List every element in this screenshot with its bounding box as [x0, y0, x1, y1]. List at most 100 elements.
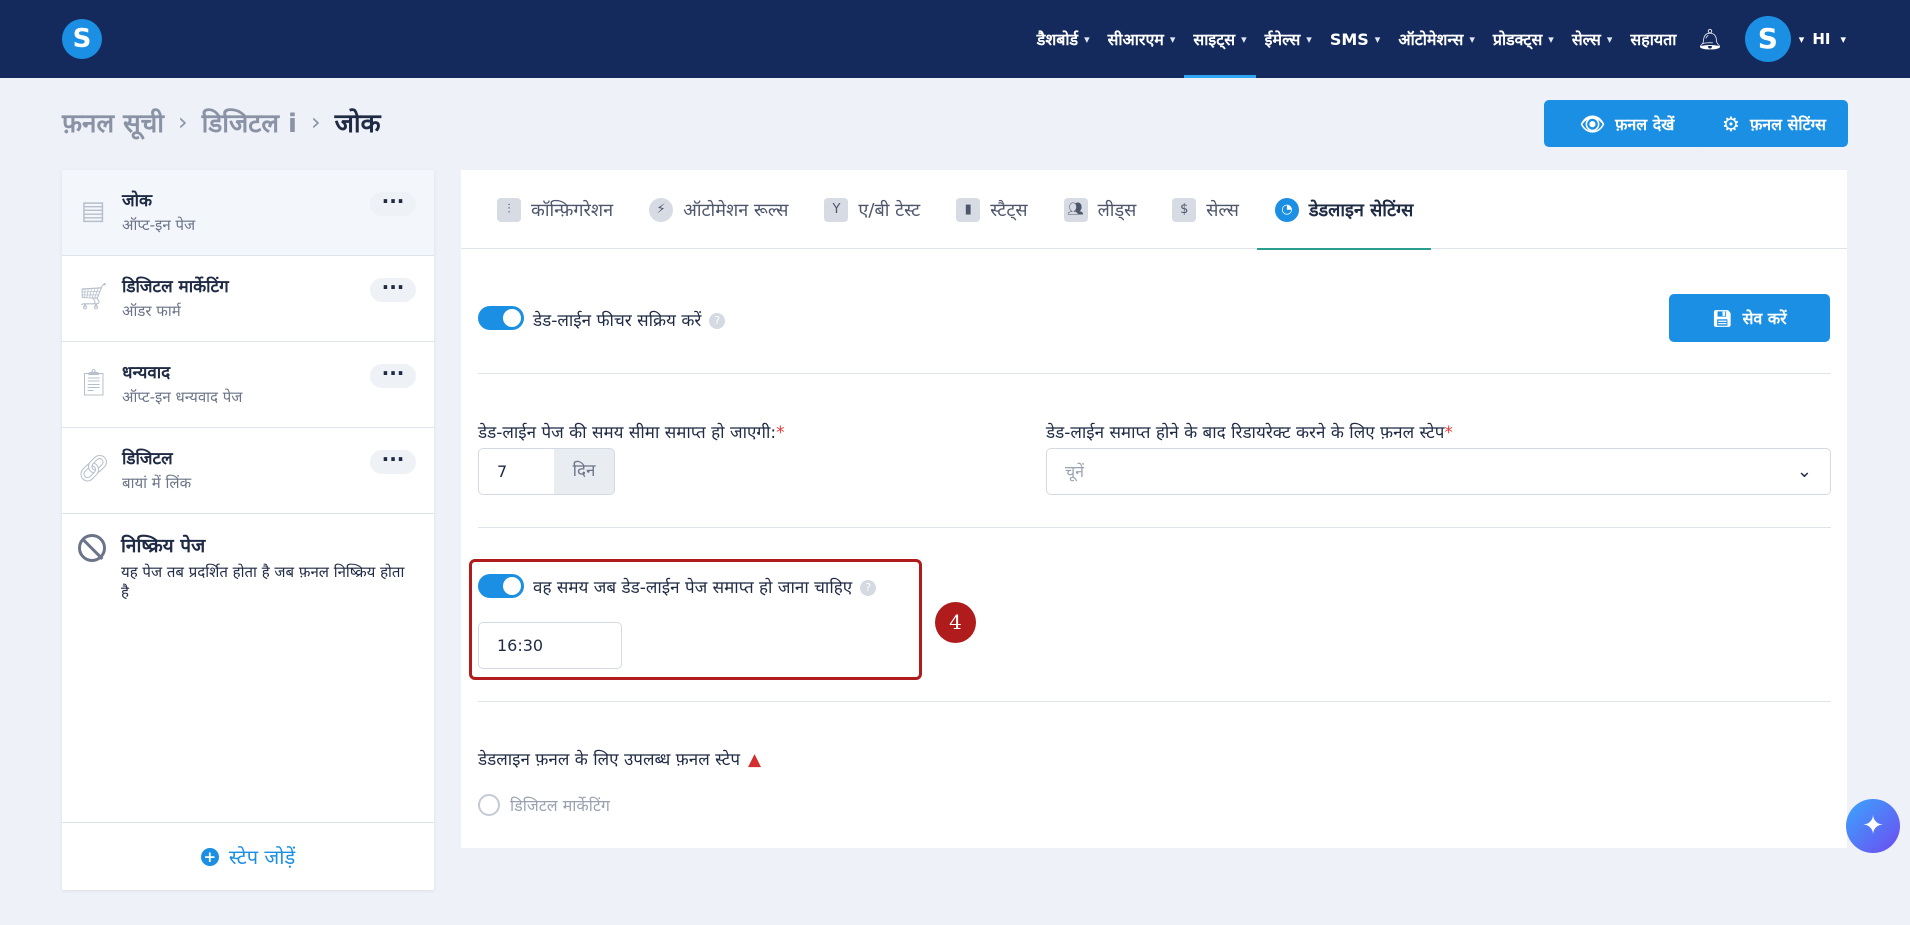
breadcrumb-funnel[interactable]: डिजिटल i — [202, 104, 297, 140]
app-logo[interactable]: S — [62, 19, 102, 59]
deadline-enable-toggle[interactable] — [478, 306, 524, 330]
breadcrumb-funnel-list[interactable]: फ़नल सूची — [62, 104, 164, 140]
redirect-label-text: डेड-लाईन समाप्त होने के बाद रिडायरेक्ट क… — [1046, 423, 1445, 443]
ai-assistant-button[interactable]: ✦ — [1846, 799, 1900, 853]
nav-label: डैशबोर्ड — [1036, 30, 1079, 49]
more-options-button[interactable]: ··· — [370, 191, 416, 216]
redirect-label: डेड-लाईन समाप्त होने के बाद रिडायरेक्ट क… — [1046, 420, 1453, 443]
tab-label: ऑटोमेशन रूल्स — [683, 199, 789, 221]
save-label: सेव करें — [1742, 309, 1787, 328]
chevron-right-icon: › — [310, 108, 321, 136]
nav-item-help[interactable]: सहायता — [1621, 0, 1685, 78]
settings-panel: ⫶ कॉन्फ़िगरेशन ⚡︎ ऑटोमेशन रूल्स Y ए/बी टेस्… — [461, 170, 1847, 848]
required-marker: * — [776, 423, 785, 443]
nav-label: सीआरएम — [1107, 30, 1164, 49]
redirect-placeholder: चूनें — [1065, 462, 1085, 481]
top-navbar: S डैशबोर्ड ▾ सीआरएम ▾ साइट्स ▾ ईमेल्स ▾ SMS ▾… — [0, 0, 1910, 78]
expire-label: डेड-लाईन पेज की समय सीमा समाप्त हो जाएगी… — [478, 420, 785, 443]
expire-label-text: डेड-लाईन पेज की समय सीमा समाप्त हो जाएगी… — [478, 423, 777, 443]
tab-ab-test[interactable]: Y ए/बी टेस्ट — [824, 170, 920, 249]
step-option-label: डिजिटल मार्केटिंग — [510, 796, 610, 815]
chevron-down-icon: ⌄ — [1796, 461, 1812, 482]
settings-tabs: ⫶ कॉन्फ़िगरेशन ⚡︎ ऑटोमेशन रूल्स Y ए/बी टेस्… — [461, 170, 1847, 250]
add-step-button[interactable]: + स्टेप जोड़ें — [62, 822, 434, 890]
nav-item-products[interactable]: प्रोडक्ट्स ▾ — [1484, 0, 1563, 78]
chevron-down-icon[interactable]: ▾ — [1799, 33, 1805, 46]
tab-label: ए/बी टेस्ट — [858, 199, 921, 221]
cart-icon: 🛒︎ — [77, 282, 111, 312]
nav-item-sales[interactable]: सेल्स ▾ — [1563, 0, 1622, 78]
chevron-down-icon: ▾ — [1084, 32, 1090, 46]
funnel-step-item[interactable]: ▤ जोक ऑप्ट-इन पेज ··· — [62, 170, 434, 256]
expire-days-input[interactable]: 7 — [478, 448, 556, 495]
breadcrumb-current-step: जोक — [334, 109, 381, 139]
chevron-down-icon: ▾ — [1374, 32, 1381, 46]
tab-deadline-settings[interactable]: ◔ डेडलाइन सेटिंग्स — [1256, 170, 1432, 250]
tab-label: सेल्स — [1206, 199, 1239, 221]
nav-item-sms[interactable]: SMS ▾ — [1321, 0, 1390, 78]
funnel-step-item[interactable]: 🔗︎ डिजिटल बायां में लिंक ··· — [62, 428, 434, 514]
step-subtitle: बायां में लिंक — [122, 474, 192, 492]
nav-item-automations[interactable]: ऑटोमेशन्स ▾ — [1389, 0, 1484, 78]
main-nav: डैशबोर्ड ▾ सीआरएम ▾ साइट्स ▾ ईमेल्स ▾ SMS ▾ ऑ… — [1028, 0, 1846, 78]
nav-item-crm[interactable]: सीआरएम ▾ — [1099, 0, 1185, 78]
divider — [478, 701, 1831, 702]
nav-item-emails[interactable]: ईमेल्स ▾ — [1256, 0, 1321, 78]
highlight-box — [469, 559, 922, 680]
deadline-enable-label: डेड-लाईन फीचर सक्रिय करें? — [533, 308, 726, 331]
nav-label: साइट्स — [1193, 30, 1236, 49]
eye-icon: 👁︎ — [1579, 111, 1606, 136]
chevron-down-icon: ▾ — [1606, 32, 1613, 46]
ban-icon — [78, 534, 106, 562]
chevron-down-icon: ▾ — [1840, 32, 1846, 46]
funnel-steps-sidebar: ▤ जोक ऑप्ट-इन पेज ··· 🛒︎ डिजिटल मार्केटि… — [62, 170, 434, 890]
bar-chart-icon: ▮ — [956, 197, 981, 222]
funnel-step-item[interactable]: 🛒︎ डिजिटल मार्केटिंग ऑडर फार्म ··· — [62, 256, 434, 342]
more-options-button[interactable]: ··· — [370, 363, 416, 388]
help-icon[interactable]: ? — [709, 313, 726, 329]
bolt-icon: ⚡︎ — [649, 197, 674, 222]
inactive-page-item[interactable]: निष्क्रिय पेज यह पेज तब प्रदर्शित होता ह… — [62, 514, 434, 603]
step-subtitle: ऑप्ट-इन पेज — [122, 216, 196, 234]
more-options-button[interactable]: ··· — [370, 277, 416, 302]
nav-label: प्रोडक्ट्स — [1492, 30, 1543, 49]
step-radio[interactable] — [478, 794, 500, 816]
tab-automation-rules[interactable]: ⚡︎ ऑटोमेशन रूल्स — [649, 170, 788, 249]
nav-label: सहायता — [1630, 30, 1677, 49]
chevron-down-icon: ▾ — [1548, 32, 1554, 46]
chevron-down-icon: ▾ — [1469, 32, 1475, 46]
gear-icon: ⚙ — [1722, 111, 1740, 136]
nav-item-dashboard[interactable]: डैशबोर्ड ▾ — [1028, 0, 1099, 78]
plus-circle-icon: + — [200, 847, 219, 866]
inactive-page-description: यह पेज तब प्रदर्शित होता है जब फ़नल निष्… — [121, 563, 405, 602]
add-step-label: स्टेप जोड़ें — [228, 845, 296, 869]
available-steps-label: डेडलाइन फ़नल के लिए उपलब्ध फ़नल स्टेप ▲ — [478, 747, 761, 770]
tab-sales[interactable]: $ सेल्स — [1172, 170, 1239, 249]
avatar[interactable]: S — [1744, 16, 1791, 62]
nav-label: सेल्स — [1571, 30, 1601, 49]
tab-label: स्टैट्स — [990, 199, 1028, 221]
optin-page-icon: ▤ — [80, 196, 106, 226]
more-options-button[interactable]: ··· — [370, 449, 416, 474]
tab-configuration[interactable]: ⫶ कॉन्फ़िगरेशन — [497, 170, 613, 249]
warning-icon: ▲ — [747, 750, 762, 770]
redirect-step-select[interactable]: चूनें ⌄ — [1046, 448, 1831, 495]
chevron-down-icon: ▾ — [1306, 32, 1312, 46]
bell-icon[interactable]: 🔔︎ — [1685, 27, 1734, 51]
funnel-settings-button[interactable]: ⚙ फ़नल सेटिंग्स — [1700, 100, 1848, 147]
chevron-right-icon: › — [177, 108, 188, 136]
dollar-icon: $ — [1172, 197, 1197, 222]
nav-item-sites[interactable]: साइट्स ▾ — [1184, 0, 1256, 78]
expire-unit-addon: दिन — [554, 448, 615, 495]
chevron-down-icon: ▾ — [1169, 32, 1176, 46]
funnel-step-item[interactable]: 📋︎ धन्यवाद ऑप्ट-इन धन्यवाद पेज ··· — [62, 342, 434, 428]
view-funnel-button[interactable]: 👁︎ फ़नल देखें — [1544, 100, 1710, 147]
deadline-enable-text: डेड-लाईन फीचर सक्रिय करें — [533, 311, 702, 331]
save-button[interactable]: 💾︎ सेव करें — [1669, 294, 1830, 342]
language-selector[interactable]: HI ▾ — [1812, 30, 1846, 48]
clipboard-check-icon: 📋︎ — [77, 368, 111, 398]
tab-leads[interactable]: 👥︎ लीड्स — [1063, 170, 1136, 249]
tab-stats[interactable]: ▮ स्टैट्स — [956, 170, 1028, 249]
view-funnel-label: फ़नल देखें — [1615, 114, 1675, 134]
split-icon: Y — [824, 197, 849, 222]
